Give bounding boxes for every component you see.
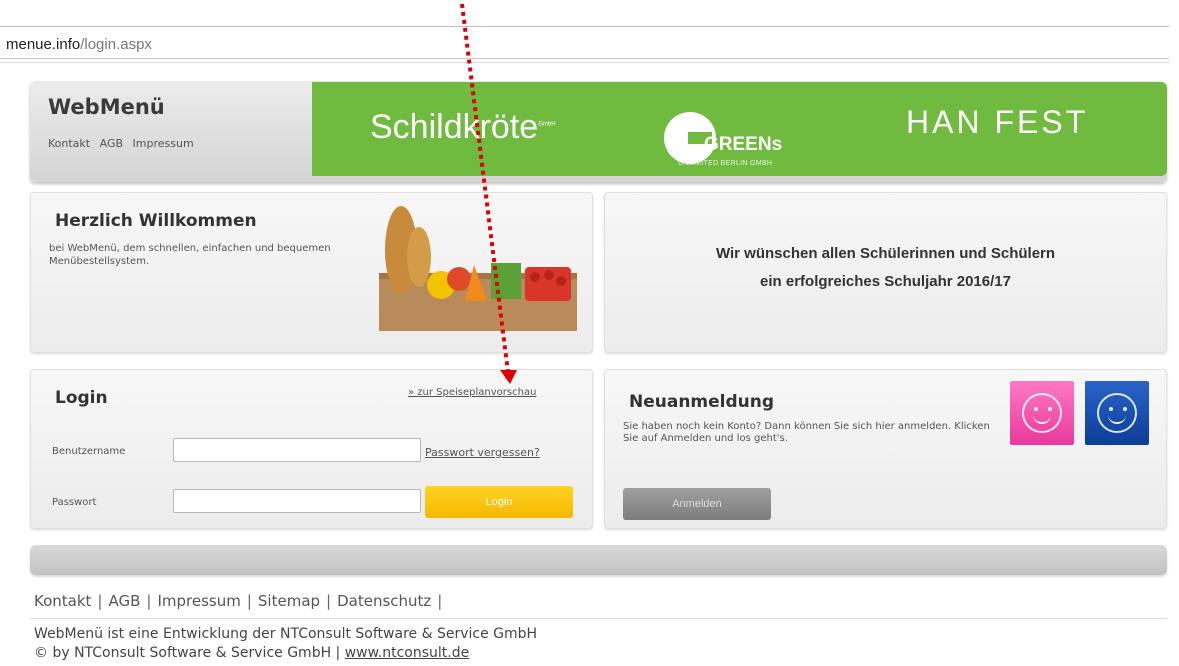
smiley-pink-icon <box>1010 381 1074 445</box>
registration-panel: Neuanmeldung Sie haben noch kein Konto? … <box>604 369 1167 529</box>
url-host: menue.info <box>6 36 81 53</box>
username-label: Benutzername <box>52 446 126 457</box>
schildkroete-logo: SchildkröteGmbH <box>370 108 556 146</box>
header-link-agb[interactable]: AGB <box>100 137 123 150</box>
footer-bar <box>30 545 1167 575</box>
welcome-panel: Herzlich Willkommen bei WebMenü, dem sch… <box>30 192 593 353</box>
header-links: Kontakt AGB Impressum <box>48 137 200 150</box>
menu-preview-link[interactable]: » zur Speiseplanvorschau <box>408 387 536 398</box>
footer-credit: WebMenü ist eine Entwicklung der NTConsu… <box>34 626 538 642</box>
welcome-title: Herzlich Willkommen <box>55 211 257 231</box>
footer-link-impressum[interactable]: Impressum <box>157 592 240 610</box>
footer-link-sitemap[interactable]: Sitemap <box>258 592 320 610</box>
footer-copyright: © by NTConsult Software & Service GmbH |… <box>34 645 470 661</box>
announcement-line-1: Wir wünschen allen Schülerinnen und Schü… <box>715 245 1056 262</box>
login-title: Login <box>55 388 108 408</box>
announcement-line-2: ein erfolgreiches Schuljahr 2016/17 <box>760 273 1011 290</box>
footer-link-datenschutz[interactable]: Datenschutz <box>337 592 431 610</box>
footer-divider <box>30 618 1167 619</box>
address-bar-divider-2 <box>0 62 1169 63</box>
smiley-blue-icon <box>1085 381 1149 445</box>
address-bar-divider <box>0 58 1169 59</box>
footer-link-kontakt[interactable]: Kontakt <box>34 592 91 610</box>
forgot-password-link[interactable]: Passwort vergessen? <box>425 446 540 459</box>
registration-text: Sie haben noch kein Konto? Dann können S… <box>623 421 990 444</box>
header-link-impressum[interactable]: Impressum <box>133 137 194 150</box>
login-panel: Login » zur Speiseplanvorschau Benutzern… <box>30 369 593 529</box>
registration-title: Neuanmeldung <box>629 392 775 412</box>
address-bar[interactable]: menue.info/login.aspx <box>6 36 152 53</box>
login-button[interactable]: Login <box>425 486 573 518</box>
announcement-panel: Wir wünschen allen Schülerinnen und Schü… <box>604 192 1167 353</box>
handfest-logo: HAN FEST <box>906 104 1089 140</box>
ntconsult-link[interactable]: www.ntconsult.de <box>345 645 470 661</box>
register-button[interactable]: Anmelden <box>623 488 771 520</box>
footer-nav: Kontakt | AGB | Impressum | Sitemap | Datenschut… <box>34 592 443 610</box>
username-input[interactable] <box>173 438 421 462</box>
welcome-text: bei WebMenü, dem schnellen, einfachen un… <box>49 243 331 267</box>
password-input[interactable] <box>173 489 421 513</box>
header-link-kontakt[interactable]: Kontakt <box>48 137 90 150</box>
browser-top-divider <box>0 26 1169 27</box>
partner-banner: SchildkröteGmbH GREENs UNLIMITED BERLIN … <box>312 82 1167 176</box>
grocery-bag-image <box>379 206 577 331</box>
greens-logo: GREENs <box>704 134 783 155</box>
url-path: /login.aspx <box>80 36 152 53</box>
password-label: Passwort <box>52 497 97 508</box>
greens-logo-subtitle: UNLIMITED BERLIN GMBH <box>678 160 773 167</box>
site-header: WebMenü Kontakt AGB Impressum Schildkröt… <box>30 81 1167 182</box>
footer-link-agb[interactable]: AGB <box>108 592 140 610</box>
site-title[interactable]: WebMenü <box>48 95 165 119</box>
